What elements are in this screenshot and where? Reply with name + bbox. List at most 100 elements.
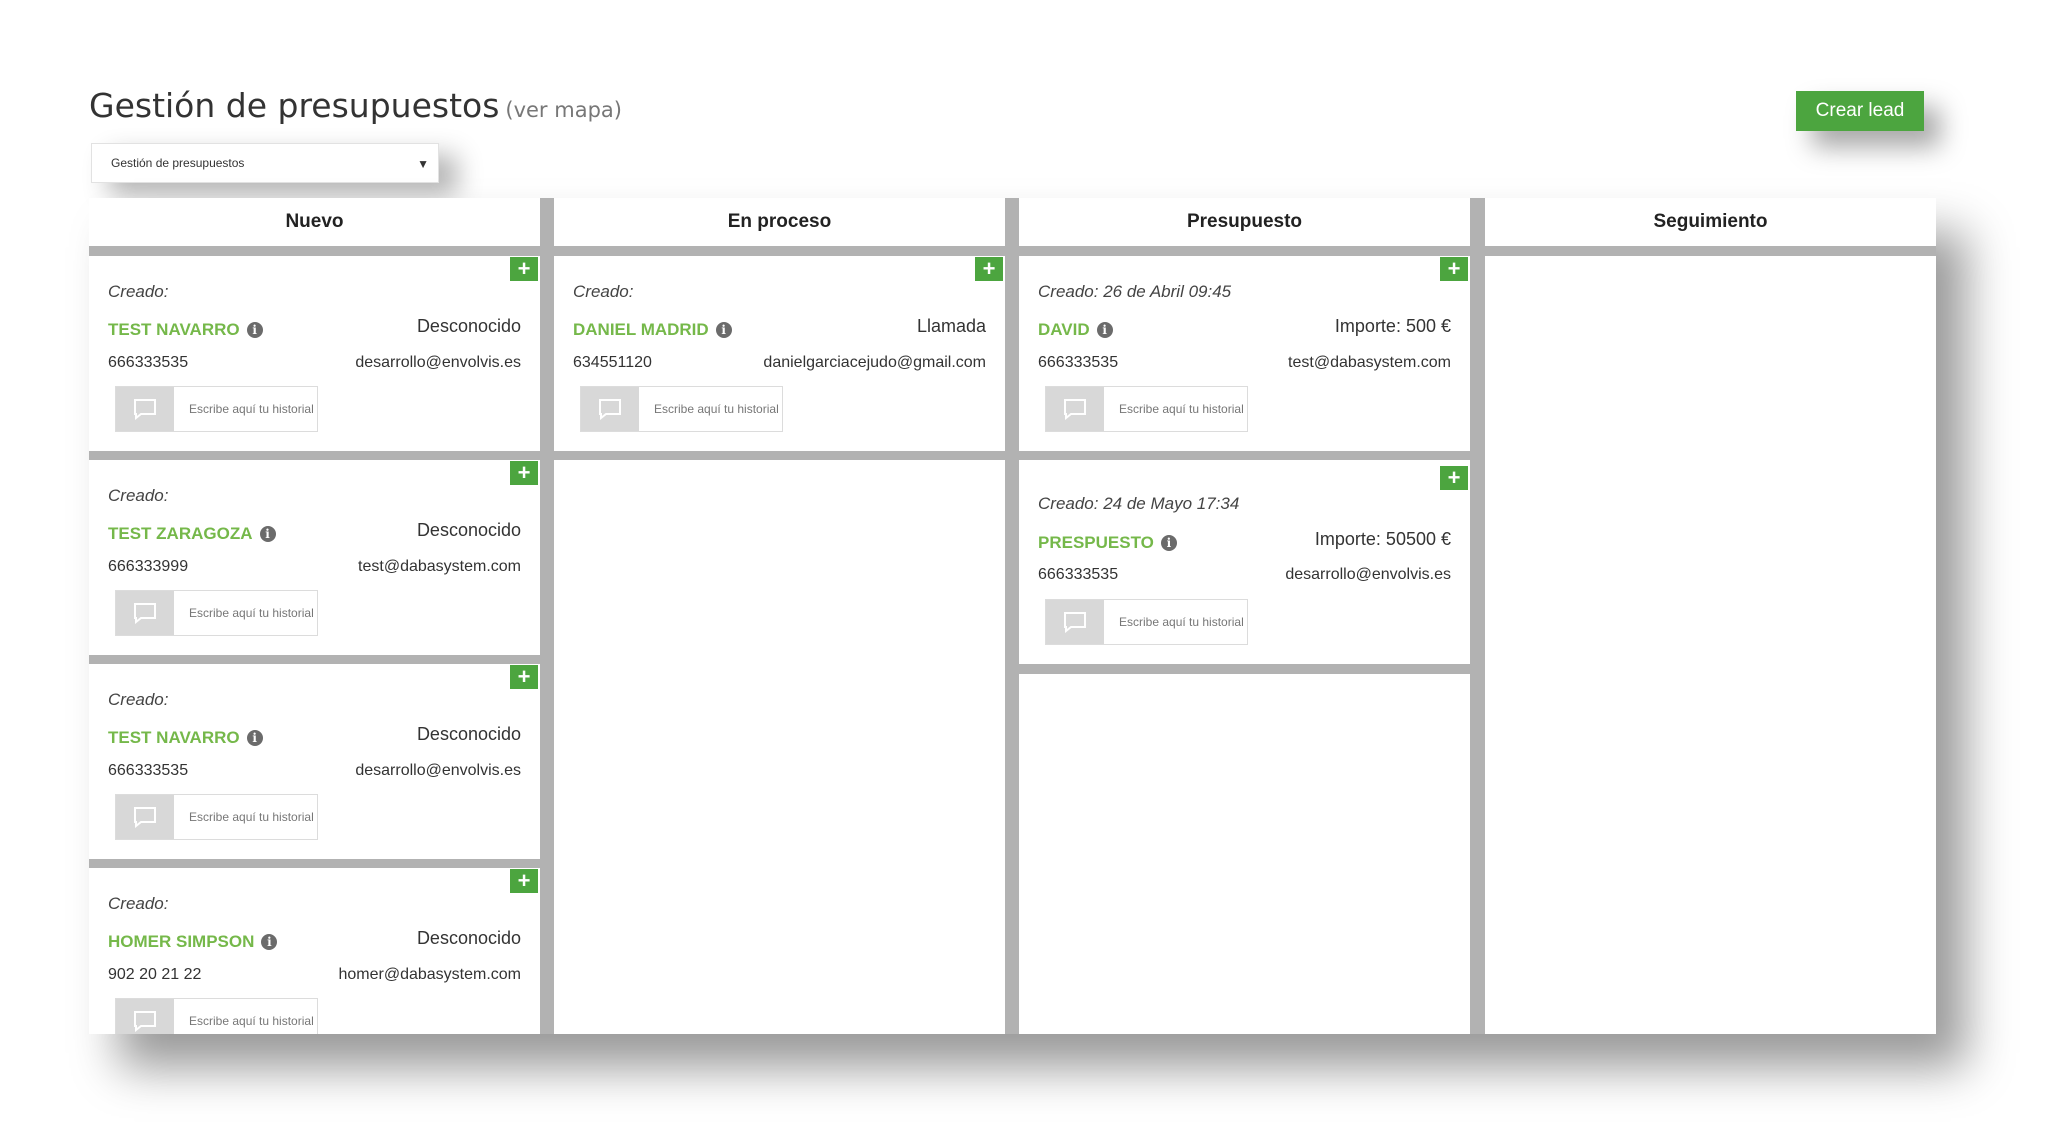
lead-card[interactable]: + Creado: TEST NAVARRO i Desconocido 6663…	[89, 664, 540, 859]
info-icon[interactable]: i	[1160, 535, 1177, 551]
lead-name-text: TEST ZARAGOZA	[108, 524, 253, 543]
page-title: Gestión de presupuestos (ver mapa)	[89, 86, 622, 125]
lead-email: desarrollo@envolvis.es	[355, 354, 521, 371]
lead-name-text: HOMER SIMPSON	[108, 932, 255, 951]
lead-phone: 666333535	[108, 762, 189, 779]
lead-name[interactable]: DAVID i	[1038, 320, 1113, 340]
lead-name[interactable]: TEST NAVARRO i	[108, 320, 263, 340]
created-label: Creado: 24 de Mayo 17:34	[1038, 494, 1240, 513]
comment-icon	[581, 387, 639, 431]
lead-email: homer@dabasystem.com	[338, 966, 521, 983]
note-field	[115, 386, 318, 432]
column-empty-area	[554, 460, 1005, 1034]
plus-icon[interactable]: +	[510, 461, 538, 485]
pipeline-select[interactable]: Gestión de presupuestos ▼	[91, 143, 439, 183]
note-input[interactable]	[639, 387, 782, 431]
comment-icon	[116, 999, 174, 1034]
note-input[interactable]	[174, 795, 317, 839]
note-field	[115, 998, 318, 1034]
info-icon[interactable]: i	[246, 322, 263, 338]
lead-status: Desconocido	[416, 724, 521, 744]
created-label: Creado:	[108, 282, 169, 301]
note-input[interactable]	[1104, 600, 1247, 644]
plus-icon[interactable]: +	[510, 257, 538, 281]
info-icon[interactable]: i	[715, 322, 732, 338]
lead-card[interactable]: + Creado: TEST ZARAGOZA i Desconocido 666…	[89, 460, 540, 655]
info-icon[interactable]: i	[259, 526, 276, 542]
lead-name[interactable]: TEST NAVARRO i	[108, 728, 263, 748]
lead-phone: 634551120	[573, 354, 652, 371]
plus-icon[interactable]: +	[975, 257, 1003, 281]
comment-icon	[116, 591, 174, 635]
lead-name-text: DANIEL MADRID	[573, 320, 709, 339]
lead-card[interactable]: + Creado: 24 de Mayo 17:34 PRESPUESTO i I…	[1019, 460, 1470, 664]
lead-email: desarrollo@envolvis.es	[1285, 566, 1451, 583]
lead-card[interactable]: + Creado: DANIEL MADRID i Llamada 6345511…	[554, 256, 1005, 451]
lead-email: danielgarciacejudo@gmail.com	[763, 354, 986, 371]
column-en-proceso: En proceso + Creado: DANIEL MADRID i Llam…	[554, 198, 1005, 1034]
created-label: Creado:	[573, 282, 634, 301]
column-presupuesto: Presupuesto + Creado: 26 de Abril 09:45 …	[1019, 198, 1470, 1034]
create-lead-button[interactable]: Crear lead	[1796, 91, 1924, 131]
created-label: Creado:	[108, 894, 169, 913]
created-label: Creado: 26 de Abril 09:45	[1038, 282, 1232, 301]
lead-name[interactable]: TEST ZARAGOZA i	[108, 524, 276, 544]
lead-name-text: PRESPUESTO	[1038, 533, 1154, 552]
comment-icon	[116, 795, 174, 839]
lead-status: Desconocido	[416, 316, 521, 336]
lead-name-text: TEST NAVARRO	[108, 728, 240, 747]
lead-phone: 666333535	[1038, 354, 1119, 371]
column-seguimiento: Seguimiento	[1485, 198, 1936, 1034]
plus-icon[interactable]: +	[510, 869, 538, 893]
column-empty-area	[1019, 674, 1470, 1034]
column-header: Nuevo	[89, 198, 540, 246]
pipeline-select-value: Gestión de presupuestos	[111, 156, 245, 170]
lead-email: desarrollo@envolvis.es	[355, 762, 521, 779]
lead-status: Desconocido	[416, 928, 521, 948]
note-field	[580, 386, 783, 432]
note-input[interactable]	[174, 387, 317, 431]
note-input[interactable]	[1104, 387, 1247, 431]
lead-name-text: DAVID	[1038, 320, 1090, 339]
plus-icon[interactable]: +	[510, 665, 538, 689]
column-empty-area	[1485, 256, 1936, 1034]
note-input[interactable]	[174, 999, 317, 1034]
note-field	[1045, 386, 1248, 432]
column-nuevo: Nuevo + Creado: TEST NAVARRO i Desconocid…	[89, 198, 540, 1034]
lead-phone: 666333535	[108, 354, 189, 371]
page-title-text: Gestión de presupuestos	[89, 86, 500, 125]
lead-status: Desconocido	[416, 520, 521, 540]
lead-card[interactable]: + Creado: 26 de Abril 09:45 DAVID i Impor…	[1019, 256, 1470, 451]
lead-name[interactable]: PRESPUESTO i	[1038, 533, 1177, 553]
plus-icon[interactable]: +	[1440, 257, 1468, 281]
info-icon[interactable]: i	[261, 934, 278, 950]
kanban-board: Nuevo + Creado: TEST NAVARRO i Desconocid…	[89, 198, 1936, 1034]
column-header: En proceso	[554, 198, 1005, 246]
column-header: Presupuesto	[1019, 198, 1470, 246]
plus-icon[interactable]: +	[1440, 466, 1468, 490]
lead-name[interactable]: DANIEL MADRID i	[573, 320, 732, 340]
column-header: Seguimiento	[1485, 198, 1936, 246]
lead-amount: Importe: 500 €	[1334, 316, 1451, 336]
map-link[interactable]: (ver mapa)	[505, 98, 622, 122]
info-icon[interactable]: i	[1096, 322, 1113, 338]
created-label: Creado:	[108, 486, 169, 505]
note-input[interactable]	[174, 591, 317, 635]
lead-card[interactable]: + Creado: HOMER SIMPSON i Desconocido 902…	[89, 868, 540, 1034]
lead-card[interactable]: + Creado: TEST NAVARRO i Desconocido 6663…	[89, 256, 540, 451]
lead-email: test@dabasystem.com	[358, 558, 521, 575]
lead-name-text: TEST NAVARRO	[108, 320, 240, 339]
lead-phone: 666333999	[108, 558, 189, 575]
lead-email: test@dabasystem.com	[1288, 354, 1451, 371]
info-icon[interactable]: i	[246, 730, 263, 746]
lead-phone: 902 20 21 22	[108, 966, 202, 983]
created-label: Creado:	[108, 690, 169, 709]
caret-down-icon: ▼	[417, 157, 429, 171]
lead-name[interactable]: HOMER SIMPSON i	[108, 932, 278, 952]
comment-icon	[1046, 600, 1104, 644]
note-field	[1045, 599, 1248, 645]
lead-phone: 666333535	[1038, 566, 1119, 583]
note-field	[115, 590, 318, 636]
lead-status: Llamada	[916, 316, 986, 336]
comment-icon	[1046, 387, 1104, 431]
